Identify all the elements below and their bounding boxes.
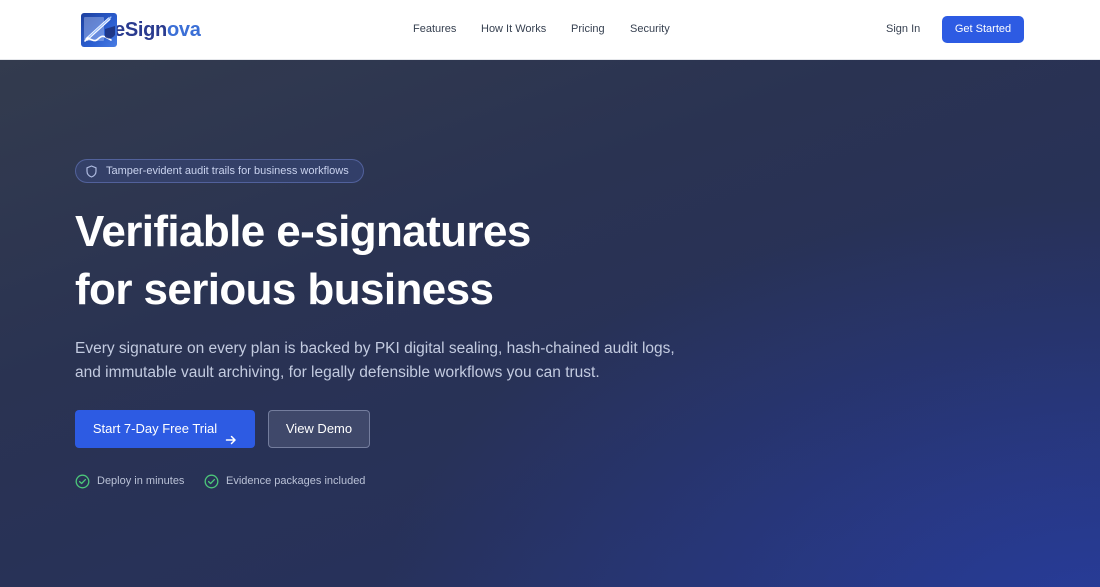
arrow-right-icon	[225, 423, 237, 445]
start-free-trial-label: Start 7-Day Free Trial	[92, 421, 218, 436]
headline-line-1: Verifiable e-signatures	[75, 207, 531, 256]
start-free-trial-button[interactable]: Start 7-Day Free Trial	[75, 410, 255, 448]
badge-text: Tamper-evident audit trails for business…	[106, 164, 349, 177]
feature-text: Evidence packages included	[226, 475, 366, 487]
headline-line-2: for serious business	[75, 265, 494, 314]
hero-headline: Verifiable e-signatures for serious busi…	[75, 203, 635, 319]
audit-trail-badge: Tamper-evident audit trails for business…	[75, 159, 364, 183]
nav-link-pricing[interactable]: Pricing	[571, 22, 605, 36]
check-circle-icon	[75, 474, 90, 489]
sign-in-link[interactable]: Sign In	[886, 22, 920, 36]
nav-link-security[interactable]: Security	[630, 22, 670, 36]
shield-icon	[85, 164, 98, 178]
get-started-button[interactable]: Get Started	[942, 16, 1024, 43]
subtext-line-2: and immutable vault archiving, for legal…	[75, 364, 600, 381]
nav-link-features[interactable]: Features	[413, 22, 456, 36]
hero-section: Tamper-evident audit trails for business…	[0, 60, 1100, 587]
subtext-line-1: Every signature on every plan is backed …	[75, 340, 675, 357]
feature-item-evidence: Evidence packages included	[204, 473, 365, 489]
main-nav: Features How It Works Pricing Security S…	[0, 0, 1100, 60]
hero-subtext: Every signature on every plan is backed …	[75, 337, 695, 385]
view-demo-button[interactable]: View Demo	[268, 410, 370, 448]
nav-link-how-it-works[interactable]: How It Works	[481, 22, 546, 36]
top-navbar: eSignova Features How It Works Pricing S…	[0, 0, 1100, 60]
feature-item-deploy: Deploy in minutes	[75, 473, 184, 489]
feature-text: Deploy in minutes	[97, 475, 185, 487]
check-circle-icon	[204, 474, 219, 489]
